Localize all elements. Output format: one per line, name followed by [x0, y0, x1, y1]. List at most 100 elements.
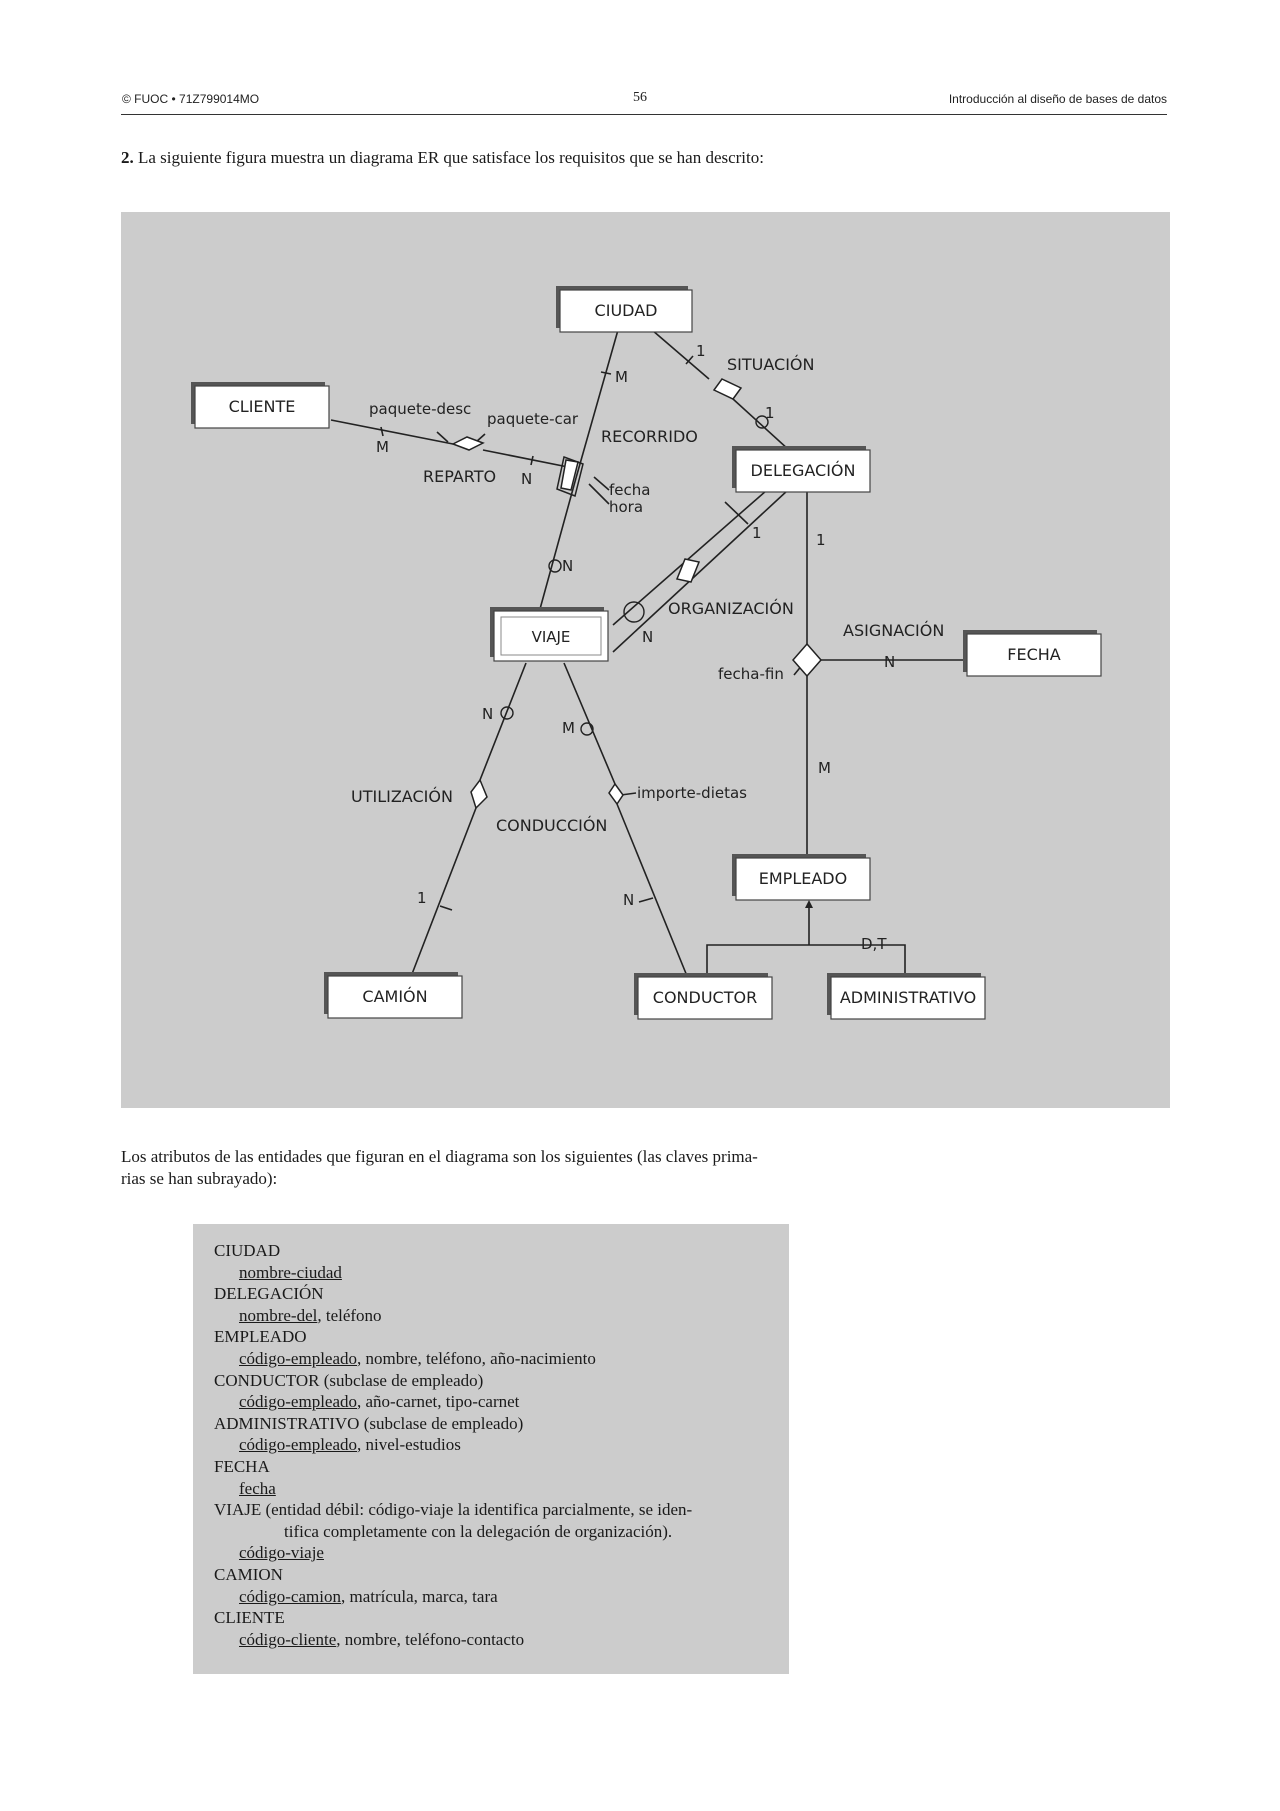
link-reparto-recorrido: [482, 449, 574, 469]
relationship-situacion[interactable]: [712, 378, 743, 400]
label-conduccion: CONDUCCIÓN: [496, 816, 607, 835]
entity-heading: CAMION: [214, 1564, 283, 1584]
other-attributes: , nivel-estudios: [357, 1435, 461, 1455]
entity-viaje[interactable]: VIAJE: [490, 607, 609, 662]
tick-conduccion-conductor: [638, 897, 654, 903]
relationship-conduccion[interactable]: [608, 782, 624, 806]
entity-heading-continuation: tifica completamente con la delegación d…: [284, 1521, 673, 1541]
attributes-intro: Los atributos de las entidades que figur…: [121, 1146, 881, 1190]
entity-attributes: código-empleado, año-carnet, tipo-carnet: [214, 1391, 692, 1413]
other-attributes: , nombre, teléfono, año-nacimiento: [357, 1348, 596, 1368]
attr-fecha-fin: fecha-fin: [718, 665, 784, 683]
link-ciudad-recorrido: [575, 329, 619, 479]
entity-empleado-label: EMPLEADO: [759, 869, 847, 888]
card-ciudad-recorrido: M: [615, 368, 628, 386]
entity-attributes: fecha: [214, 1478, 692, 1500]
attributes-intro-line-2: rias se han subrayado):: [121, 1169, 278, 1188]
card-asignacion-fecha: N: [884, 653, 895, 671]
label-situacion: SITUACIÓN: [727, 355, 814, 374]
label-organizacion: ORGANIZACIÓN: [668, 599, 794, 618]
header-right: Introducción al diseño de bases de datos: [948, 92, 1167, 106]
generalization-label: D,T: [861, 935, 887, 953]
relationship-recorrido[interactable]: [560, 459, 579, 491]
card-reparto-recorrido: N: [521, 470, 532, 488]
entity-heading: CONDUCTOR (subclase de empleado): [214, 1370, 484, 1390]
card-situacion-delegacion: 1: [765, 404, 775, 422]
er-diagram: CIUDAD CLIENTE DELEGACIÓN VIAJE FECHA EM…: [121, 212, 1170, 1108]
entity-camion[interactable]: CAMIÓN: [324, 972, 463, 1019]
card-organizacion-viaje: N: [642, 628, 653, 646]
entity-attributes: nombre-del, teléfono: [214, 1305, 692, 1327]
entity-administrativo[interactable]: ADMINISTRATIVO: [827, 973, 986, 1020]
card-delegacion-organizacion: 1: [752, 524, 762, 542]
tick-utilizacion-camion: [439, 905, 453, 911]
entity-delegacion[interactable]: DELEGACIÓN: [732, 446, 871, 493]
header-rule: [121, 114, 1167, 115]
entity-ciudad-label: CIUDAD: [595, 301, 658, 320]
tick-delegacion-organizacion: [724, 501, 749, 525]
entity-heading: DELEGACIÓN: [214, 1284, 324, 1304]
attr-importe-dietas: importe-dietas: [637, 784, 747, 802]
tick-ciudad-recorrido: [600, 371, 612, 375]
entity-heading: VIAJE (entidad débil: código-viaje la id…: [214, 1500, 693, 1520]
other-attributes: , año-carnet, tipo-carnet: [357, 1392, 520, 1412]
tick-cliente-reparto: [380, 426, 384, 437]
generalization-arrow-icon: [805, 900, 813, 908]
link-cliente-reparto: [330, 419, 454, 445]
entity-administrativo-label: ADMINISTRATIVO: [840, 988, 976, 1007]
label-utilizacion: UTILIZACIÓN: [351, 787, 453, 806]
attr-line-fecha: [593, 476, 610, 491]
card-ciudad-situacion: 1: [696, 342, 706, 360]
entity-fecha-label: FECHA: [1007, 645, 1061, 664]
card-viaje-conduccion: M: [562, 719, 575, 737]
link-recorrido-viaje: [539, 477, 577, 610]
label-recorrido: RECORRIDO: [601, 427, 698, 446]
intro-paragraph: 2. La siguiente figura muestra un diagra…: [121, 148, 764, 168]
attr-hora: hora: [609, 498, 643, 516]
card-utilizacion-camion: 1: [417, 889, 427, 907]
tick-reparto-recorrido: [530, 455, 534, 466]
entity-heading: EMPLEADO: [214, 1327, 307, 1347]
link-conduccion-conductor: [616, 803, 688, 977]
other-attributes: , nombre, teléfono-contacto: [336, 1629, 525, 1649]
attributes-intro-line-1: Los atributos de las entidades que figur…: [121, 1147, 758, 1166]
entity-attributes: código-camion, matrícula, marca, tara: [214, 1586, 692, 1608]
primary-key: nombre-del: [239, 1305, 318, 1325]
card-cliente-reparto: M: [376, 438, 389, 456]
primary-key: código-empleado: [239, 1435, 358, 1455]
intro-text: La siguiente figura muestra un diagrama …: [138, 148, 764, 167]
attribute-list: CIUDAD nombre-ciudad DELEGACIÓN nombre-d…: [214, 1240, 692, 1650]
card-viaje-utilizacion: N: [482, 705, 493, 723]
entity-conductor[interactable]: CONDUCTOR: [634, 973, 773, 1020]
card-recorrido-viaje: N: [562, 557, 573, 575]
entity-ciudad[interactable]: CIUDAD: [556, 286, 693, 333]
entity-heading: FECHA: [214, 1456, 270, 1476]
primary-key: código-camion: [239, 1586, 341, 1606]
card-delegacion-asignacion: 1: [816, 531, 826, 549]
relationship-utilizacion[interactable]: [470, 778, 488, 810]
entity-cliente[interactable]: CLIENTE: [191, 382, 330, 429]
primary-key: código-viaje: [239, 1543, 324, 1563]
entity-cliente-label: CLIENTE: [229, 397, 296, 416]
attr-fecha: fecha: [609, 481, 650, 499]
entity-attributes: código-cliente, nombre, teléfono-contact…: [214, 1629, 692, 1651]
attr-paquete-desc: paquete-desc: [369, 400, 471, 418]
entity-fecha[interactable]: FECHA: [963, 630, 1102, 677]
primary-key: código-empleado: [239, 1348, 358, 1368]
entity-conductor-label: CONDUCTOR: [653, 988, 757, 1007]
other-attributes: , matrícula, marca, tara: [340, 1586, 498, 1606]
entity-attributes: código-empleado, nivel-estudios: [214, 1434, 692, 1456]
entity-heading: CIUDAD: [214, 1241, 281, 1260]
entity-empleado[interactable]: EMPLEADO: [732, 854, 871, 901]
relationship-organizacion[interactable]: [675, 558, 701, 583]
label-reparto: REPARTO: [423, 467, 496, 486]
item-number: 2.: [121, 148, 134, 167]
label-asignacion: ASIGNACIÓN: [843, 621, 944, 640]
card-conduccion-conductor: N: [623, 891, 634, 909]
primary-key: fecha: [239, 1478, 276, 1498]
link-situacion-delegacion: [732, 398, 790, 451]
entity-attributes: código-empleado, nombre, teléfono, año-n…: [214, 1348, 692, 1370]
primary-key: código-cliente: [239, 1629, 337, 1649]
entity-viaje-label: VIAJE: [532, 628, 571, 646]
er-diagram-canvas: CIUDAD CLIENTE DELEGACIÓN VIAJE FECHA EM…: [191, 286, 1102, 1020]
